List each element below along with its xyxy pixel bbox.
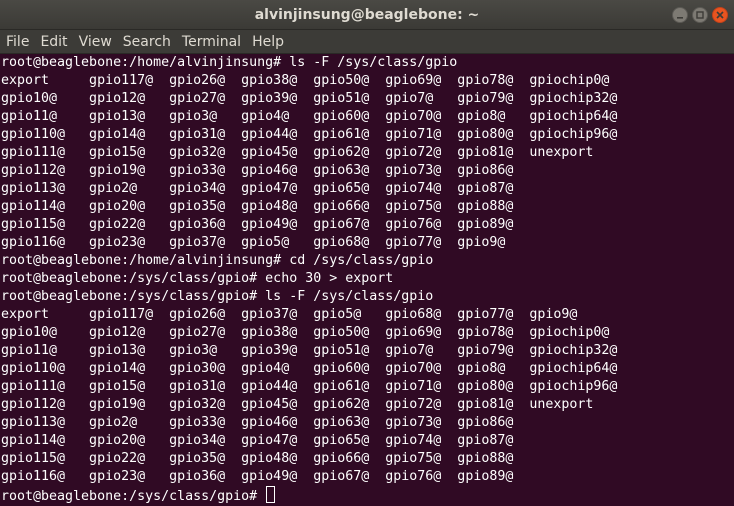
window-title: alvinjinsung@beaglebone: ~ (254, 7, 480, 23)
terminal-window: alvinjinsung@beaglebone: ~ File Edit Vie… (0, 0, 734, 506)
menu-search[interactable]: Search (123, 34, 171, 50)
terminal-line: gpio114@ gpio20@ gpio34@ gpio47@ gpio65@… (1, 433, 514, 448)
terminal-line: gpio112@ gpio19@ gpio33@ gpio46@ gpio63@… (1, 163, 514, 178)
terminal-line: gpio114@ gpio20@ gpio35@ gpio48@ gpio66@… (1, 199, 514, 214)
terminal-line: gpio110@ gpio14@ gpio30@ gpio4@ gpio60@ … (1, 361, 618, 376)
menu-bar: File Edit View Search Terminal Help (0, 30, 734, 54)
terminal-line: gpio116@ gpio23@ gpio36@ gpio49@ gpio67@… (1, 469, 514, 484)
terminal-line: gpio113@ gpio2@ gpio33@ gpio46@ gpio63@ … (1, 415, 514, 430)
maximize-button[interactable] (692, 7, 708, 23)
minimize-icon (677, 17, 683, 19)
menu-edit[interactable]: Edit (40, 34, 67, 50)
terminal-line: gpio112@ gpio19@ gpio32@ gpio45@ gpio62@… (1, 397, 594, 412)
terminal-prompt-line[interactable]: root@beaglebone:/sys/class/gpio# (1, 486, 734, 504)
terminal-line: root@beaglebone:/home/alvinjinsung# cd /… (1, 253, 434, 268)
terminal-line: gpio11@ gpio13@ gpio3@ gpio4@ gpio60@ gp… (1, 109, 618, 124)
terminal-line: gpio10@ gpio12@ gpio27@ gpio38@ gpio50@ … (1, 325, 610, 340)
terminal-line: root@beaglebone:/sys/class/gpio# ls -F /… (1, 289, 434, 304)
text-cursor (266, 486, 276, 503)
terminal-line: gpio116@ gpio23@ gpio37@ gpio5@ gpio68@ … (1, 235, 506, 250)
terminal-line: root@beaglebone:/sys/class/gpio# echo 30… (1, 271, 394, 286)
terminal-line: gpio10@ gpio12@ gpio27@ gpio39@ gpio51@ … (1, 91, 618, 106)
terminal-line: gpio111@ gpio15@ gpio31@ gpio44@ gpio61@… (1, 379, 618, 394)
menu-view[interactable]: View (79, 34, 112, 50)
title-bar[interactable]: alvinjinsung@beaglebone: ~ (0, 0, 734, 30)
terminal-line: gpio110@ gpio14@ gpio31@ gpio44@ gpio61@… (1, 127, 618, 142)
terminal-line: export gpio117@ gpio26@ gpio38@ gpio50@ … (1, 73, 610, 88)
menu-terminal[interactable]: Terminal (182, 34, 241, 50)
terminal-prompt: root@beaglebone:/sys/class/gpio# (1, 489, 266, 504)
close-button[interactable] (712, 7, 728, 23)
terminal-line: gpio111@ gpio15@ gpio32@ gpio45@ gpio62@… (1, 145, 594, 160)
terminal-line: export gpio117@ gpio26@ gpio37@ gpio5@ g… (1, 307, 578, 322)
terminal-line: gpio115@ gpio22@ gpio36@ gpio49@ gpio67@… (1, 217, 514, 232)
menu-file[interactable]: File (6, 34, 29, 50)
minimize-button[interactable] (672, 7, 688, 23)
terminal-line: root@beaglebone:/home/alvinjinsung# ls -… (1, 55, 458, 70)
terminal-line: gpio115@ gpio22@ gpio35@ gpio48@ gpio66@… (1, 451, 514, 466)
maximize-icon (696, 11, 704, 19)
terminal-output[interactable]: root@beaglebone:/home/alvinjinsung# ls -… (0, 54, 734, 506)
close-icon (716, 11, 724, 19)
terminal-line: gpio113@ gpio2@ gpio34@ gpio47@ gpio65@ … (1, 181, 514, 196)
menu-help[interactable]: Help (252, 34, 284, 50)
terminal-line: gpio11@ gpio13@ gpio3@ gpio39@ gpio51@ g… (1, 343, 618, 358)
